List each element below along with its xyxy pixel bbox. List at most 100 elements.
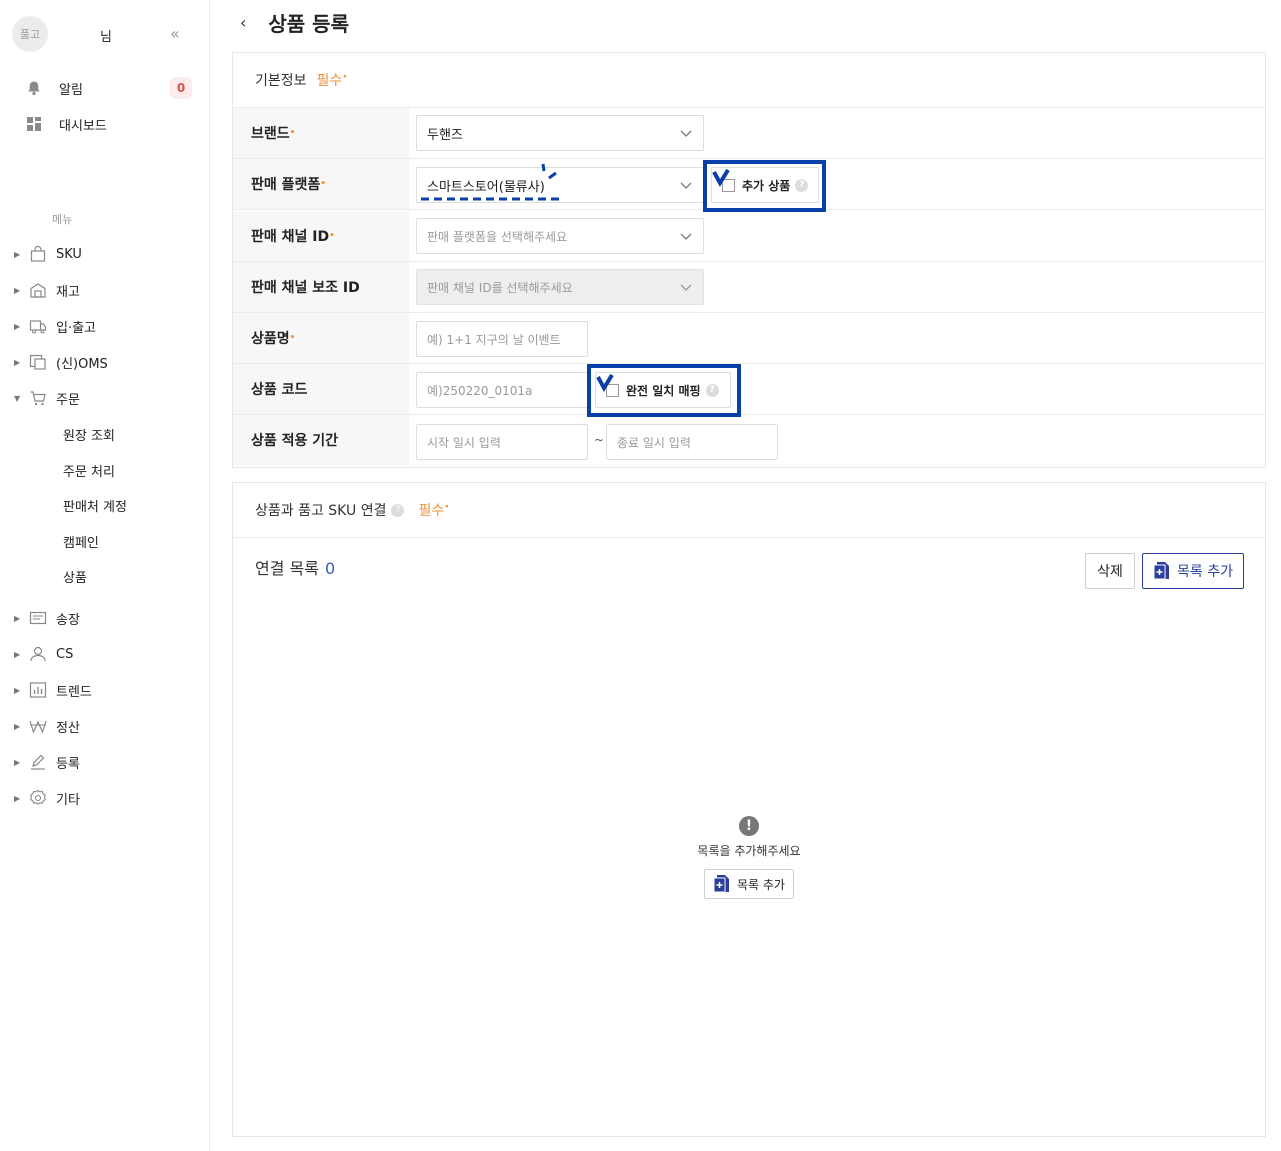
sidebar-item-invoice[interactable]: ▶ 송장 — [14, 608, 80, 628]
sidebar-item-label: 알림 — [59, 82, 83, 98]
caret-right-icon: ▶ — [14, 249, 21, 259]
sidebar-item-label: 대시보드 — [59, 118, 107, 134]
sub-channel-id-select: 판매 채널 ID를 선택해주세요 — [416, 269, 704, 305]
won-icon — [26, 717, 50, 735]
required-text: 필수 — [316, 73, 343, 89]
field-label: 상품명 • — [233, 313, 409, 363]
pencil-icon — [26, 753, 50, 771]
add-document-icon — [713, 875, 729, 893]
invoice-icon — [26, 609, 50, 627]
sidebar-item-sku[interactable]: ▶ SKU — [14, 244, 82, 264]
caret-right-icon: ▶ — [14, 357, 21, 367]
field-label: 판매 채널 ID • — [233, 211, 409, 261]
sidebar-item-label: SKU — [56, 246, 82, 262]
start-date-placeholder: 시작 일시 입력 — [427, 435, 501, 450]
sidebar-item-label: 정산 — [56, 720, 80, 736]
end-date-input[interactable]: 종료 일시 입력 — [606, 424, 778, 460]
person-icon — [26, 645, 50, 663]
bar-chart-icon — [26, 681, 50, 699]
notification-count-badge: 0 — [170, 77, 192, 99]
channel-id-label: 판매 채널 ID — [251, 229, 330, 245]
sidebar-subitem-ledger[interactable]: 원장 조회 — [63, 425, 115, 444]
empty-state: ! 목록을 추가해주세요 — [233, 816, 1265, 859]
sidebar-subitem-product[interactable]: 상품 — [63, 567, 87, 586]
sku-link-card: 상품과 품고 SKU 연결 ? 필수• 연결 목록 0 삭제 목록 추가 ! 목록… — [232, 482, 1266, 1137]
sidebar-subitem-seller-account[interactable]: 판매처 계정 — [63, 496, 127, 515]
help-icon[interactable]: ? — [391, 503, 405, 517]
channel-id-select[interactable]: 판매 플랫폼을 선택해주세요 — [416, 218, 704, 254]
brand-label: 브랜드 — [251, 126, 290, 142]
sidebar-item-label: (신)OMS — [56, 356, 108, 372]
product-name-input[interactable]: 예) 1+1 지구의 날 이벤트 — [416, 321, 588, 357]
empty-add-list-button[interactable]: 목록 추가 — [704, 869, 794, 899]
section-title: 기본정보 — [255, 73, 307, 89]
caret-right-icon: ▶ — [14, 649, 21, 659]
field-label: 상품 코드 — [233, 364, 409, 414]
sidebar-item-label: 기타 — [56, 792, 80, 808]
bell-icon — [24, 79, 44, 97]
sidebar-item-orders[interactable]: ▼ 주문 — [14, 388, 80, 408]
sub-channel-id-placeholder: 판매 채널 ID를 선택해주세요 — [427, 280, 573, 295]
delete-button[interactable]: 삭제 — [1085, 553, 1135, 589]
double-chevron-left-icon[interactable]: « — [170, 24, 180, 43]
sidebar-item-inventory[interactable]: ▶ 재고 — [14, 280, 80, 300]
caret-right-icon: ▶ — [14, 613, 21, 623]
sidebar-item-label: 입·출고 — [56, 320, 97, 336]
required-badge: 필수• — [418, 500, 449, 520]
sidebar-item-settlement[interactable]: ▶ 정산 — [14, 716, 80, 736]
sidebar-item-label: 등록 — [56, 756, 80, 772]
start-date-input[interactable]: 시작 일시 입력 — [416, 424, 588, 460]
field-label: 판매 채널 보조 ID — [233, 262, 409, 312]
sidebar-item-trend[interactable]: ▶ 트렌드 — [14, 680, 92, 700]
caret-right-icon: ▶ — [14, 285, 21, 295]
caret-right-icon: ▶ — [14, 793, 21, 803]
platform-label: 판매 플랫폼 — [251, 177, 321, 193]
delete-label: 삭제 — [1097, 564, 1123, 580]
sidebar-item-label: CS — [56, 646, 74, 662]
period-row: 상품 적용 기간 시작 일시 입력 ~ 종료 일시 입력 — [233, 415, 1265, 466]
avatar[interactable]: 품고 — [12, 16, 48, 52]
brand-value: 두핸즈 — [427, 127, 463, 143]
sidebar-subitem-order-process[interactable]: 주문 처리 — [63, 461, 115, 480]
brand-select[interactable]: 두핸즈 — [416, 115, 704, 151]
end-date-placeholder: 종료 일시 입력 — [617, 435, 691, 450]
dashboard-icon — [24, 115, 44, 133]
sidebar-item-label: 트렌드 — [56, 684, 92, 700]
gear-icon — [26, 789, 50, 807]
caret-right-icon: ▶ — [14, 721, 21, 731]
empty-message: 목록을 추가해주세요 — [697, 844, 801, 858]
sidebar-item-etc[interactable]: ▶ 기타 — [14, 788, 80, 808]
linked-list-label: 연결 목록 — [255, 559, 319, 578]
oms-icon — [26, 353, 50, 371]
add-list-label: 목록 추가 — [1177, 564, 1233, 580]
product-code-row: 상품 코드 예)250220_0101a 완전 일치 매핑 ? — [233, 364, 1265, 417]
sidebar-subitem-campaign[interactable]: 캠페인 — [63, 532, 99, 551]
required-text: 필수 — [418, 503, 445, 519]
sub-channel-id-label: 판매 채널 보조 ID — [251, 280, 360, 296]
add-list-button[interactable]: 목록 추가 — [1142, 553, 1244, 589]
truck-icon — [26, 317, 50, 335]
sidebar-item-register[interactable]: ▶ 등록 — [14, 752, 80, 772]
field-label: 상품 적용 기간 — [233, 415, 409, 465]
basic-info-card: 기본정보 필수• 브랜드 • 두핸즈 판매 플랫폼 • 스마트스토어(물류사) 추가… — [232, 52, 1266, 468]
product-code-placeholder: 예)250220_0101a — [427, 383, 533, 398]
product-name-row: 상품명 • 예) 1+1 지구의 날 이벤트 — [233, 313, 1265, 364]
platform-row: 판매 플랫폼 • 스마트스토어(물류사) 추가 상품 ? — [233, 159, 1265, 212]
back-chevron-icon[interactable]: ‹ — [240, 13, 246, 32]
basic-info-header: 기본정보 필수• — [233, 53, 1265, 108]
brand-row: 브랜드 • 두핸즈 — [233, 108, 1265, 159]
sidebar-item-inout[interactable]: ▶ 입·출고 — [14, 316, 96, 336]
sidebar-item-cs[interactable]: ▶ CS — [14, 644, 73, 664]
sub-channel-id-row: 판매 채널 보조 ID 판매 채널 ID를 선택해주세요 — [233, 262, 1265, 313]
caret-right-icon: ▶ — [14, 321, 21, 331]
field-label: 브랜드 • — [233, 108, 409, 158]
product-code-label: 상품 코드 — [251, 382, 308, 398]
sidebar-item-dashboard[interactable]: 대시보드 — [24, 114, 107, 134]
product-code-input[interactable]: 예)250220_0101a — [416, 372, 588, 408]
linked-list-count: 0 — [324, 559, 336, 578]
page-header: ‹ 상품 등록 — [232, 6, 349, 38]
sidebar-item-oms[interactable]: ▶ (신)OMS — [14, 352, 108, 372]
required-star: • — [320, 179, 327, 189]
sidebar-item-notifications[interactable]: 알림 — [24, 78, 83, 98]
empty-add-list-label: 목록 추가 — [737, 877, 785, 892]
